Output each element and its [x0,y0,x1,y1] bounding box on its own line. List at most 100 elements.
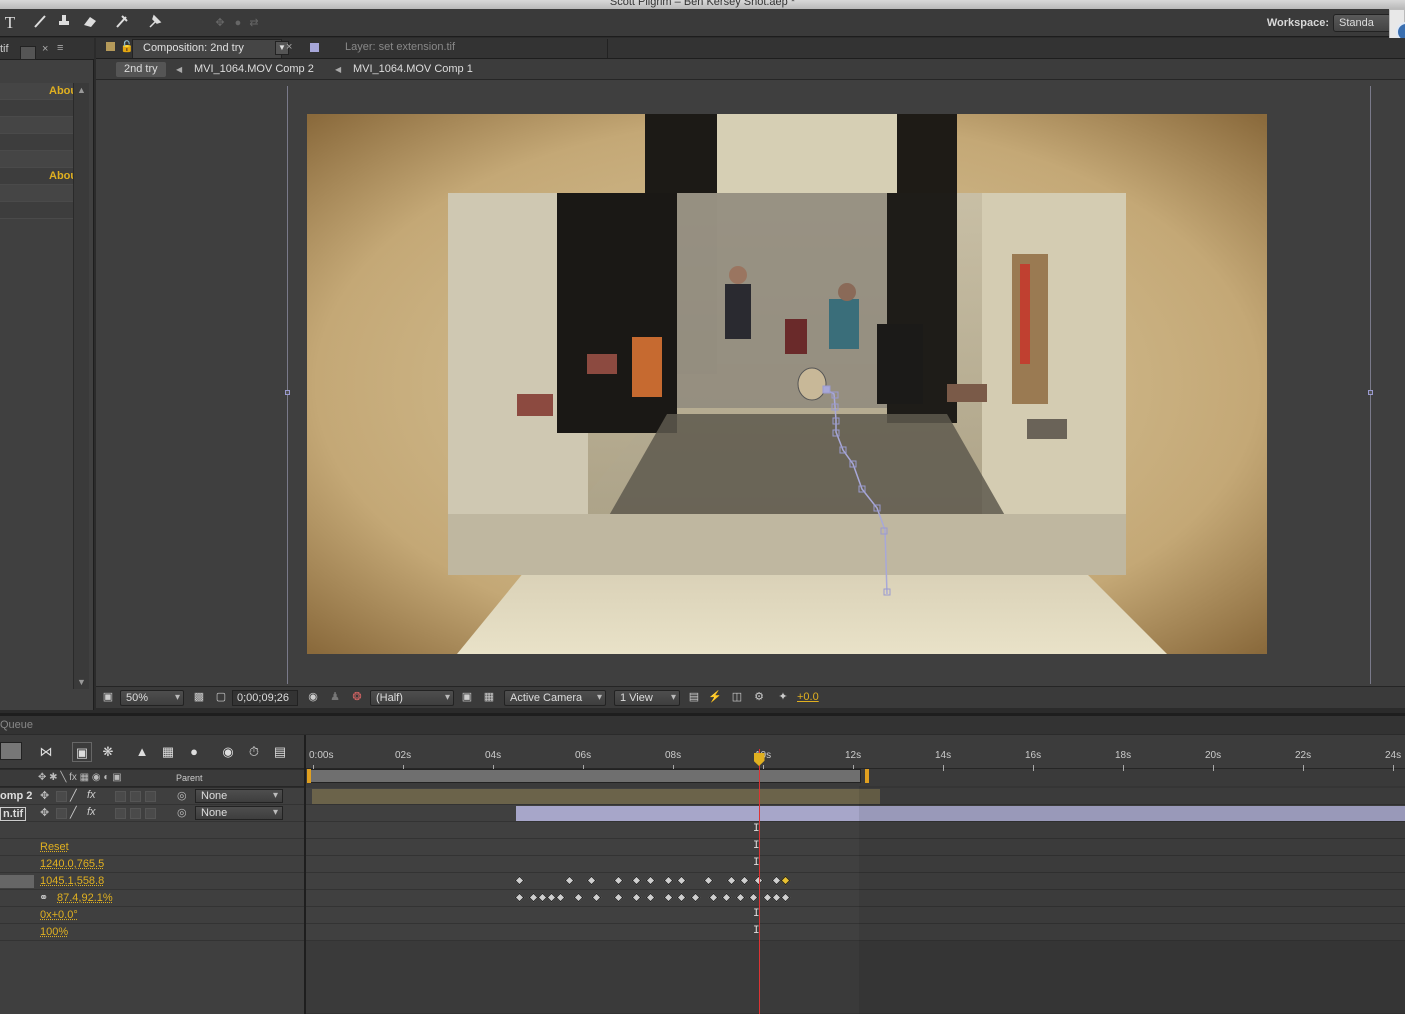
position-value[interactable]: 1045.1,558.8 [40,875,104,887]
workspace-dropdown[interactable]: Standa [1333,14,1391,32]
graph-editor-icon[interactable]: ▤ [270,742,290,762]
scale-value[interactable]: 87.4,92.1% [57,892,113,904]
brainstorm-icon[interactable]: ◉ [218,742,238,762]
close-icon[interactable]: × [42,43,48,55]
property-row[interactable]: 100% [0,924,305,941]
keyframe-diamond[interactable] [537,892,547,903]
layer-name[interactable]: n.tif [0,807,27,821]
grid-guides-icon[interactable]: ▩ [192,690,206,706]
keyframe-diamond[interactable] [514,875,525,886]
property-row[interactable]: 0x+0.0° [0,907,305,924]
shy-layers-icon[interactable]: ▲ [132,742,152,762]
parent-dropdown[interactable]: None [195,806,283,820]
always-preview-icon[interactable]: ▣ [101,690,115,706]
frame-blend-switch[interactable] [115,791,126,802]
clone-stamp-tool-icon[interactable] [54,13,74,33]
color-channels-icon[interactable]: ❂ [350,690,364,706]
breadcrumb-item-comp-1[interactable]: MVI_1064.MOV Comp 1 [353,62,473,77]
keyframe-diamond[interactable] [586,875,597,886]
scroll-up-icon[interactable]: ▲ [77,85,86,95]
motion-blur-switch[interactable] [130,791,141,802]
effects-icon[interactable]: fx [87,806,96,818]
scroll-down-icon[interactable]: ▼ [77,677,86,687]
magnification-dropdown[interactable]: 50% [120,690,184,706]
tab-composition[interactable]: Composition: 2nd try ▼ [132,39,289,58]
toggle-pixel-aspect-icon[interactable]: ▤ [687,690,701,706]
keyframe-diamond[interactable] [528,892,538,903]
mask-visibility-icon[interactable]: ▢ [214,690,228,706]
quality-switch[interactable] [56,791,67,802]
keyframe-diamond[interactable] [676,875,687,886]
resolution-dropdown[interactable]: (Half) [370,690,454,706]
parent-dropdown[interactable]: None [195,789,283,803]
keyframe-diamond[interactable] [591,892,601,903]
rotation-value[interactable]: 0x+0.0° [40,909,78,921]
keyframe-diamond[interactable] [771,892,781,903]
keyframe-diamond[interactable] [546,892,556,903]
timeline-icon[interactable]: ◫ [730,690,744,706]
motion-blur-switch[interactable] [130,808,141,819]
exposure-value[interactable]: +0.0 [797,690,819,706]
timeline-graph-area[interactable]: 0:00s02s04s06s08s10s12s14s16s18s20s22s24… [306,735,1405,1014]
effect-row[interactable]: Abou [0,83,77,100]
brush-tool-icon[interactable] [30,13,50,33]
draft-3d-icon[interactable]: ❋ [98,742,118,762]
breadcrumb-item-2nd-try[interactable]: 2nd try [116,62,166,77]
keyframe-diamond[interactable] [645,875,655,886]
quality-icon[interactable]: ╱ [70,806,77,819]
property-row[interactable]: Reset [0,839,305,856]
keyframe-diamond[interactable] [676,892,687,903]
snap-icon[interactable]: ⇄ [244,13,264,33]
view-layout-dropdown[interactable]: 1 View [614,690,680,706]
adjustment-switch[interactable] [145,791,156,802]
keyframe-diamond[interactable] [663,875,673,886]
keyframe-diamond[interactable] [780,875,790,886]
quality-icon[interactable]: ╱ [70,789,77,802]
type-tool-icon[interactable]: T [0,13,20,33]
frame-blending-icon[interactable]: ▦ [158,742,178,762]
frame-blend-switch[interactable] [115,808,126,819]
work-area-bar[interactable] [308,769,861,783]
pick-whip-icon[interactable]: ◎ [177,789,187,802]
current-time-indicator[interactable] [758,749,760,1014]
live-update-icon[interactable]: ▣ [72,742,92,762]
adjustment-switch[interactable] [145,808,156,819]
keyframe-diamond[interactable] [721,892,732,903]
reset-exposure-icon[interactable]: ✦ [776,690,790,706]
keyframe-diamond[interactable] [708,892,718,903]
pick-whip-icon[interactable]: ◎ [177,806,187,819]
render-queue-tab[interactable]: Queue [0,719,33,731]
project-dropdown[interactable] [20,46,36,60]
quality-switch[interactable] [56,808,67,819]
fast-previews-icon[interactable]: ⚡ [708,690,722,706]
keyframe-diamond[interactable] [564,875,574,886]
snapshot-camera-icon[interactable]: ◉ [306,690,320,706]
project-scrollbar[interactable]: ▲ ▼ [73,83,89,689]
keyframe-diamond[interactable] [780,892,790,903]
eraser-tool-icon[interactable] [80,13,100,33]
composition-frame[interactable] [307,114,1267,654]
region-of-interest-icon[interactable]: ▣ [460,690,474,706]
keyframe-diamond[interactable] [663,892,673,903]
close-icon[interactable]: × [286,41,292,53]
keyframe-diamond[interactable] [573,892,583,903]
layer-row[interactable]: omp 2 ✥ ╱ fx ◎ None [0,788,305,805]
layer-duration-bar[interactable] [312,789,880,804]
keyframe-diamond[interactable] [771,875,781,886]
panel-menu-icon[interactable]: ≡ [57,42,63,54]
keyframe-diamond[interactable] [631,875,642,886]
keyframe-diamond[interactable] [613,892,624,903]
property-row[interactable]: ⚭ 87.4,92.1% [0,890,305,907]
transparency-grid-icon[interactable]: ▦ [482,690,496,706]
property-row[interactable]: 1240.0,765.5 [0,856,305,873]
work-area-end-handle[interactable] [864,769,869,783]
time-search-field[interactable] [0,742,22,760]
auto-keyframe-icon[interactable]: ⏱ [244,742,264,762]
tab-layer[interactable]: Layer: set extension.tif [308,39,608,58]
keyframe-diamond[interactable] [739,875,750,886]
effects-icon[interactable]: fx [87,789,96,801]
keyframe-diamond[interactable] [748,892,759,903]
keyframe-diamond[interactable] [645,892,655,903]
keyframe-diamond[interactable] [631,892,642,903]
transform-reset-link[interactable]: Reset [40,841,69,853]
